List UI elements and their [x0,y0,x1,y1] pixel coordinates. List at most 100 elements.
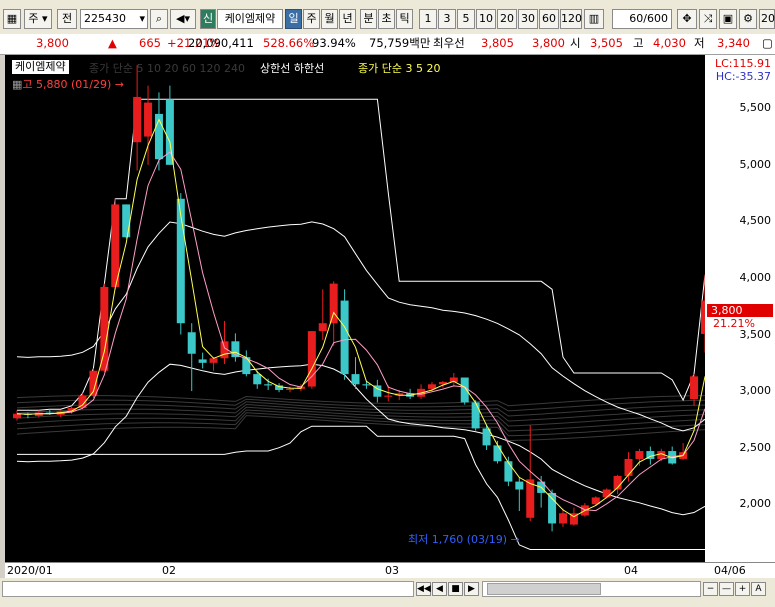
candle[interactable] [220,320,229,364]
period-month[interactable]: 월 [321,9,338,29]
interval-120[interactable]: 120 [560,9,582,29]
dropdown-icon[interactable]: ▾ [139,10,145,28]
candle-body [427,384,436,389]
background-ma-line [16,412,706,437]
rewind-icon[interactable]: ◀◀ [416,582,431,596]
candle[interactable] [362,380,371,389]
chart-area[interactable]: 케이엠제약 종가 단순 5 10 20 60 120 240 상한선 하한선 종… [5,55,709,562]
interval-30[interactable]: 30 [518,9,538,29]
upper-bollinger-line [16,221,706,432]
y-tick-label: 4,000 [739,270,772,284]
period-second[interactable]: 초 [378,9,395,29]
period-year[interactable]: 년 [339,9,356,29]
candle[interactable] [624,452,633,482]
candle[interactable] [122,204,131,239]
candle-body [340,300,349,375]
candle[interactable] [13,410,21,421]
candle-body [253,374,262,385]
candle[interactable] [133,65,142,171]
candle[interactable] [307,331,316,389]
candle[interactable] [187,323,196,392]
best-bid: 3,805 [481,36,514,50]
zoom-in-icon[interactable]: + [735,582,750,596]
candle[interactable] [253,370,262,389]
candle-body [307,331,316,387]
candle[interactable] [100,283,109,372]
stock-name[interactable]: 케이엠제약 [217,9,283,29]
step-back-icon[interactable]: ◀ [432,582,447,596]
trade-amount: 75,759백만 [369,36,431,50]
chart-menu-icon[interactable]: ▦ [3,9,21,29]
candle[interactable] [690,374,699,406]
candle[interactable] [209,357,218,371]
candle[interactable] [373,379,382,403]
scroll-track[interactable] [2,581,414,597]
tool-arrows-icon[interactable]: ✥ [677,9,697,29]
legend-stock-name[interactable]: 케이엠제약 [12,60,69,74]
interval-1[interactable]: 1 [419,9,437,29]
stop-icon[interactable]: ■ [448,582,463,596]
candle[interactable] [668,446,677,465]
interval-3[interactable]: 3 [438,9,456,29]
candle[interactable] [154,92,163,171]
right-cutoff-field[interactable]: 20 [759,9,775,29]
candle[interactable] [231,333,240,362]
period-day[interactable]: 일 [285,9,302,29]
market-select[interactable]: 주 ▾ [24,9,52,29]
candle[interactable] [340,289,349,380]
high-label: 고 [633,36,644,50]
tool-compare-icon[interactable]: ⤨ [699,9,717,29]
candle[interactable] [275,383,284,393]
search-icon[interactable]: ⌕ [150,9,168,29]
candle[interactable] [417,384,426,400]
current-price: 3,800 [36,36,69,50]
candle[interactable] [198,352,207,369]
x-tick-1: 02 [162,564,176,577]
interval-60[interactable]: 60 [539,9,559,29]
candle[interactable] [504,456,513,487]
volume-ratio: 528.66% [263,36,315,50]
candle-body [13,413,21,419]
candle[interactable] [591,496,600,506]
candle-body [548,492,557,524]
candle-body [559,513,567,524]
toolbar: ▦ 주 ▾ 전 225430 ▾ ⌕ ◀▾ 신 케이엠제약 일 주 월 년 분 초… [0,0,775,35]
info-menu-icon[interactable]: ▢ [762,34,773,53]
candle[interactable] [449,372,458,387]
interval-5[interactable]: 5 [457,9,475,29]
y-tick-label: 5,500 [739,101,772,115]
candle[interactable] [318,289,327,341]
code-input[interactable]: 225430 ▾ [80,9,148,29]
scroll-bar[interactable]: ◀◀ ◀ ■ ▶ − — + A [0,578,775,607]
zoom-out-icon[interactable]: — [719,582,734,596]
interval-20[interactable]: 20 [497,9,517,29]
candle[interactable] [471,400,480,431]
candle-body [690,376,699,400]
interval-10[interactable]: 10 [476,9,496,29]
gear-icon[interactable]: ⚙ [739,9,757,29]
speaker-icon[interactable]: ◀▾ [170,9,196,29]
price-axis: LC:115.91 HC:-35.37 5,500 5,000 4,500 4,000… [705,55,775,562]
candle[interactable] [515,477,524,512]
save-icon[interactable]: ▣ [719,9,737,29]
price-chart[interactable] [5,55,709,562]
y-tick-label: 3,000 [739,384,772,398]
candle[interactable] [351,357,360,389]
open-label: 시 [570,36,581,50]
zoom-track[interactable] [482,581,701,597]
candle[interactable] [242,350,251,377]
zoom-out-icon[interactable]: − [703,582,718,596]
interval-list-icon[interactable]: ▥ [584,9,604,29]
zoom-thumb[interactable] [487,583,601,595]
candle[interactable] [482,425,491,450]
candle[interactable] [264,378,273,390]
font-size-icon[interactable]: A [751,582,766,596]
period-minute[interactable]: 분 [360,9,377,29]
count-input[interactable]: 60/600 [612,9,672,29]
prev-button[interactable]: 전 [57,9,77,29]
candle[interactable] [635,448,644,466]
market-label: 주 [28,12,39,25]
period-week[interactable]: 주 [303,9,320,29]
play-icon[interactable]: ▶ [464,582,479,596]
period-tick[interactable]: 틱 [396,9,413,29]
